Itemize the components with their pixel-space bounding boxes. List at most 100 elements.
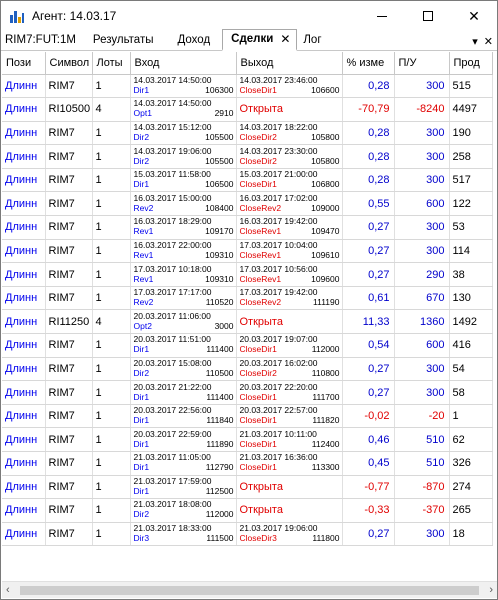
table-row[interactable]: Длинн RIM7 1 17.03.2017 17:17:00 Rev2 110…: [2, 286, 493, 311]
pct-change-cell: 0,61: [342, 286, 395, 311]
pct-change-cell: 0,27: [342, 380, 395, 405]
table-row[interactable]: Длинн RI10500 4 14.03.2017 14:50:00 Opt1…: [2, 97, 493, 122]
table-row[interactable]: Длинн RIM7 1 21.03.2017 18:08:00 Dir2 112…: [2, 498, 493, 523]
exit-signal: CloseDir1: [239, 391, 277, 402]
pl-cell: 300: [394, 121, 450, 146]
exit-datetime: 21.03.2017 19:06:00: [239, 523, 318, 534]
entry-price: 109310: [205, 273, 234, 284]
table-row[interactable]: Длинн RIM7 1 16.03.2017 18:29:00 Rev1 109…: [2, 215, 493, 240]
table-row[interactable]: Длинн RIM7 1 20.03.2017 21:22:00 Dir1 111…: [2, 380, 493, 405]
tab-log[interactable]: Лог: [297, 34, 333, 50]
entry-cell: 21.03.2017 18:08:00 Dir2 112000: [130, 498, 237, 523]
scroll-left-icon[interactable]: ‹: [6, 584, 10, 596]
table-row[interactable]: Длинн RIM7 1 21.03.2017 17:59:00 Dir1 112…: [2, 475, 493, 500]
entry-cell: 20.03.2017 11:51:00 Dir1 111400: [130, 333, 237, 358]
scroll-right-icon[interactable]: ›: [489, 584, 493, 596]
scroll-thumb[interactable]: [20, 586, 479, 595]
close-panel-icon[interactable]: ✕: [484, 35, 493, 48]
exit-price: 106800: [311, 179, 340, 190]
table-row[interactable]: Длинн RIM7 1 14.03.2017 19:06:00 Dir2 105…: [2, 144, 493, 169]
tab-list-icon[interactable]: ▾: [472, 35, 478, 48]
entry-datetime: 20.03.2017 11:06:00: [133, 310, 211, 321]
col-exit[interactable]: Выход: [236, 52, 343, 75]
pl-cell: -20: [394, 404, 450, 429]
entry-datetime: 16.03.2017 18:29:00: [133, 216, 212, 227]
tab-income[interactable]: Доход: [166, 34, 223, 50]
pl-cell: 290: [394, 262, 450, 287]
exit-datetime: 14.03.2017 23:30:00: [239, 145, 318, 156]
table-row[interactable]: Длинн RIM7 1 17.03.2017 10:18:00 Rev1 109…: [2, 262, 493, 287]
col-duration[interactable]: Прод: [449, 52, 493, 75]
lots-cell: 1: [92, 380, 131, 405]
col-symbol[interactable]: Символ: [45, 52, 93, 75]
table-row[interactable]: Длинн RIM7 1 16.03.2017 15:00:00 Rev2 108…: [2, 191, 493, 217]
col-pct-change[interactable]: % изме: [342, 52, 395, 75]
entry-cell: 17.03.2017 10:18:00 Rev1 109310: [130, 262, 237, 287]
title-bar[interactable]: Агент: 14.03.17 ✕: [1, 1, 497, 31]
entry-datetime: 14.03.2017 19:06:00: [133, 145, 212, 156]
exit-price: 111190: [313, 297, 340, 308]
window-title: Агент: 14.03.17: [32, 9, 117, 23]
col-position[interactable]: Пози: [2, 52, 46, 75]
entry-signal: Dir1: [133, 344, 150, 355]
tab-trades[interactable]: Сделки ✕: [222, 29, 298, 51]
exit-cell: Открыта: [236, 309, 343, 335]
table-row[interactable]: Длинн RIM7 1 20.03.2017 22:59:00 Dir1 111…: [2, 427, 493, 452]
entry-signal: Dir2: [133, 155, 150, 166]
col-lots[interactable]: Лоты: [92, 52, 131, 75]
entry-price: 105500: [205, 155, 234, 166]
lots-cell: 1: [92, 498, 131, 523]
table-row[interactable]: Длинн RIM7 1 16.03.2017 22:00:00 Rev1 109…: [2, 239, 493, 264]
table-row[interactable]: Длинн RIM7 1 14.03.2017 14:50:00 Dir1 106…: [2, 74, 493, 99]
symbol-cell: RIM7: [45, 239, 93, 264]
exit-price: 105800: [311, 131, 340, 142]
entry-datetime: 20.03.2017 22:59:00: [133, 428, 212, 439]
maximize-button[interactable]: [405, 1, 451, 31]
lots-cell: 1: [92, 191, 131, 217]
pct-change-cell: 0,54: [342, 333, 395, 358]
exit-cell: 21.03.2017 10:11:00 CloseDir1 112400: [236, 427, 343, 452]
table-row[interactable]: Длинн RIM7 1 20.03.2017 15:08:00 Dir2 110…: [2, 357, 493, 382]
close-button[interactable]: ✕: [451, 1, 497, 31]
pct-change-cell: -0,33: [342, 498, 395, 523]
exit-signal: CloseDir1: [239, 344, 277, 355]
exit-datetime: 14.03.2017 18:22:00: [239, 121, 318, 132]
horizontal-scrollbar[interactable]: ‹ ›: [2, 581, 497, 598]
symbol-cell: RIM7: [45, 498, 93, 523]
entry-signal: Dir2: [133, 367, 150, 378]
tab-results[interactable]: Результаты: [81, 34, 166, 50]
table-row[interactable]: Длинн RIM7 1 14.03.2017 15:12:00 Dir2 105…: [2, 121, 493, 146]
tab-close-icon[interactable]: ✕: [280, 32, 290, 46]
pl-cell: 600: [394, 333, 450, 358]
duration-cell: 53: [449, 215, 493, 240]
table-row[interactable]: Длинн RIM7 1 21.03.2017 18:33:00 Dir3 111…: [2, 522, 493, 547]
exit-price: 111820: [312, 415, 340, 426]
col-pl[interactable]: П/У: [394, 52, 450, 75]
pct-change-cell: 0,27: [342, 262, 395, 287]
position-cell: Длинн: [2, 144, 46, 169]
pl-cell: 300: [394, 239, 450, 264]
duration-cell: 258: [449, 144, 493, 169]
exit-open-status: Открыта: [239, 480, 283, 493]
table-row[interactable]: Длинн RI11250 4 20.03.2017 11:06:00 Opt2…: [2, 309, 493, 335]
table-row[interactable]: Длинн RIM7 1 20.03.2017 22:56:00 Dir1 111…: [2, 404, 493, 429]
symbol-cell: RI10500: [45, 97, 93, 122]
col-entry[interactable]: Вход: [130, 52, 237, 75]
pct-change-cell: -70,79: [342, 97, 395, 122]
table-row[interactable]: Длинн RIM7 1 21.03.2017 11:05:00 Dir1 112…: [2, 451, 493, 476]
minimize-button[interactable]: [359, 1, 405, 31]
pl-cell: 300: [394, 215, 450, 240]
exit-signal: CloseDir1: [239, 415, 277, 426]
table-row[interactable]: Длинн RIM7 1 20.03.2017 11:51:00 Dir1 111…: [2, 333, 493, 358]
exit-open-status: Открыта: [239, 504, 283, 517]
symbol-cell: RI11250: [45, 309, 93, 335]
exit-datetime: 20.03.2017 22:20:00: [239, 381, 318, 392]
lots-cell: 1: [92, 404, 131, 429]
entry-price: 106500: [205, 179, 234, 190]
exit-signal: CloseDir1: [239, 179, 277, 190]
exit-cell: 14.03.2017 18:22:00 CloseDir2 105800: [236, 121, 343, 146]
entry-price: 110500: [205, 367, 234, 378]
exit-signal: CloseRev1: [239, 273, 282, 284]
entry-price: 111400: [206, 391, 234, 402]
table-row[interactable]: Длинн RIM7 1 15.03.2017 11:58:00 Dir1 106…: [2, 168, 493, 193]
